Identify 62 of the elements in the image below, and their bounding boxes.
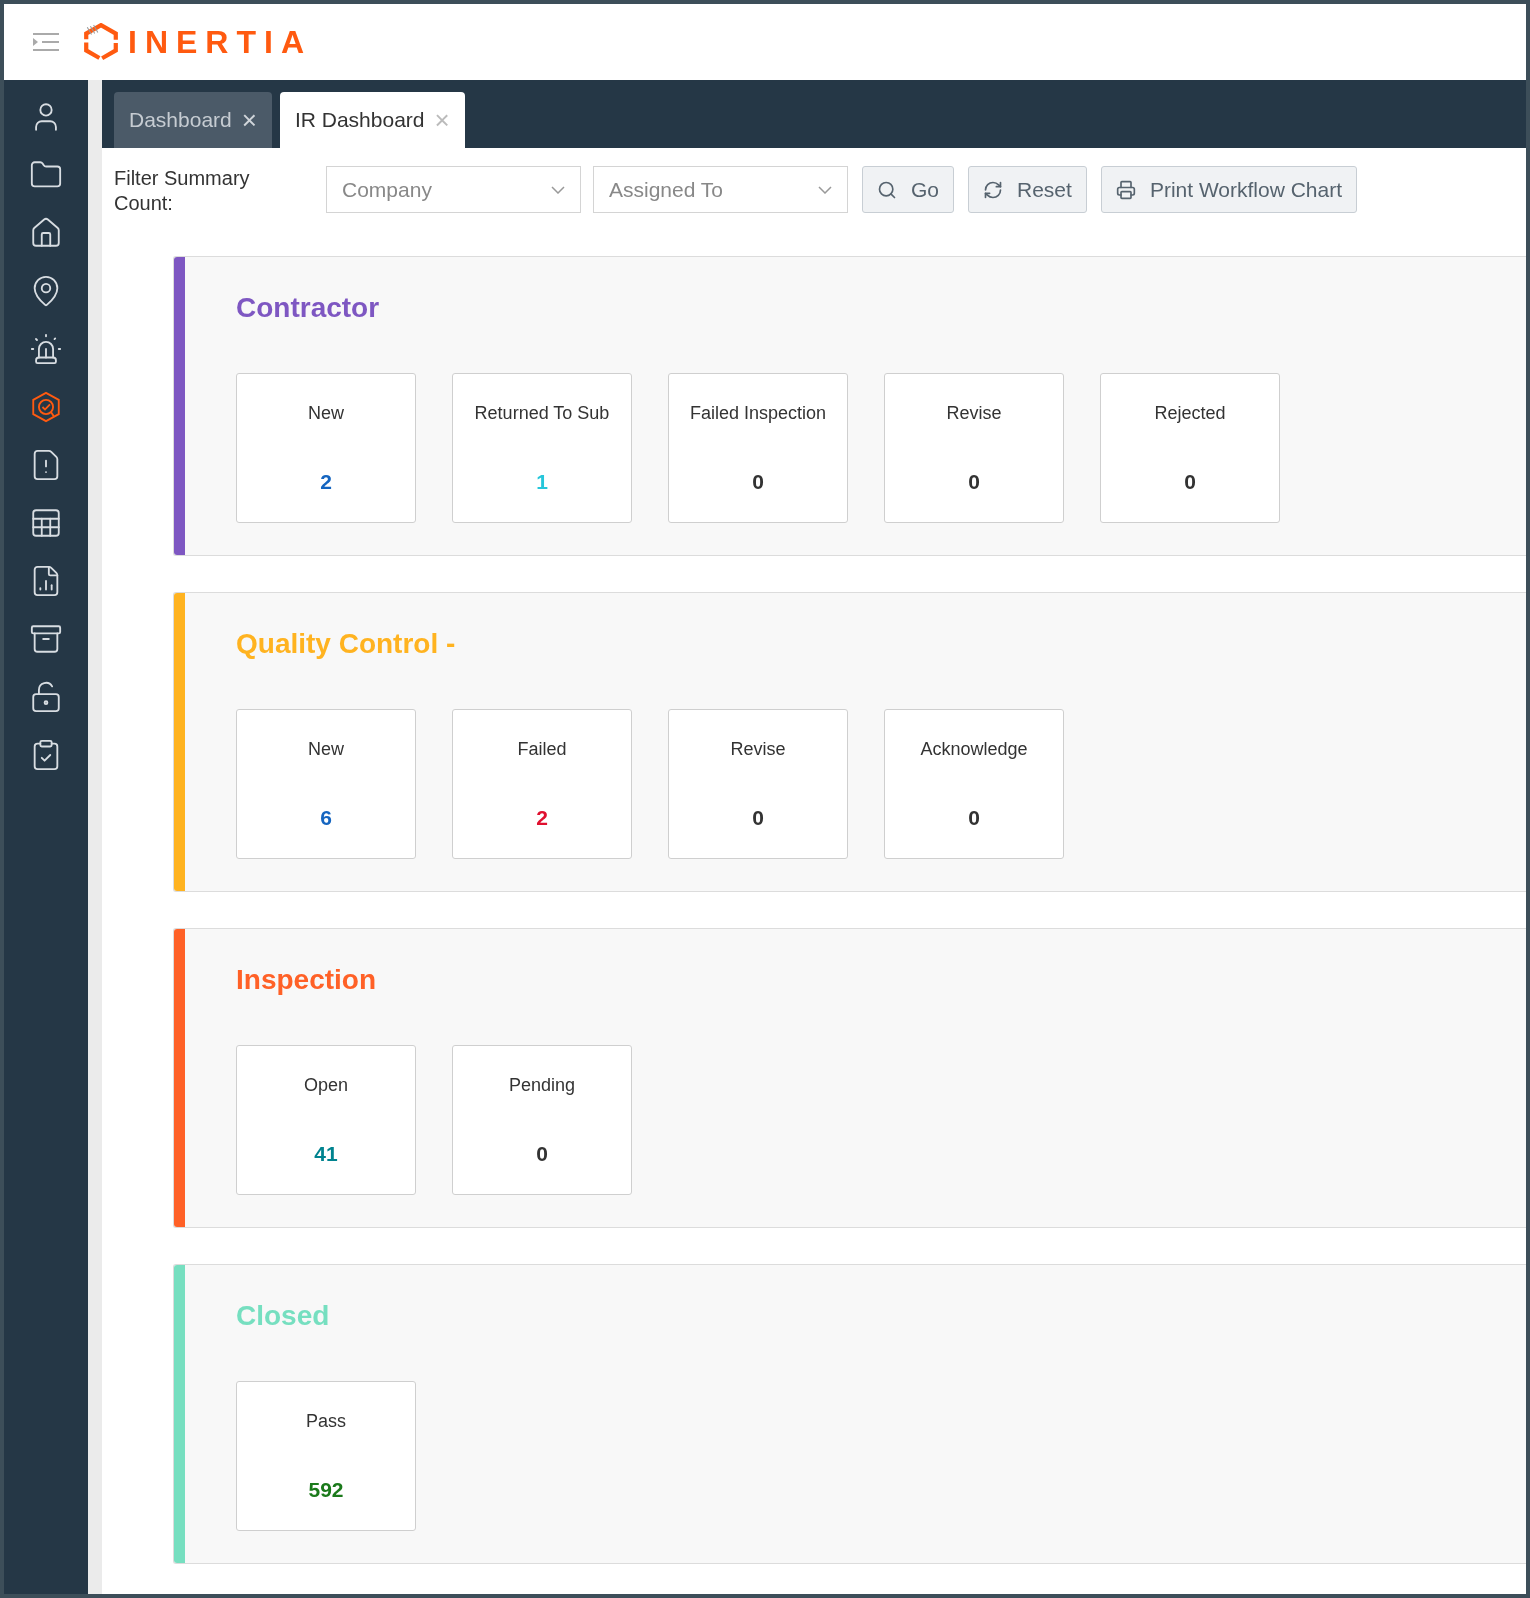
- print-button[interactable]: Print Workflow Chart: [1100, 166, 1358, 213]
- status-label: Rejected: [1154, 402, 1226, 425]
- status-label: Returned To Sub: [474, 402, 610, 425]
- status-card[interactable]: New 2: [236, 373, 416, 523]
- status-card[interactable]: Rejected 0: [1100, 373, 1280, 523]
- logo-icon: [84, 23, 118, 61]
- assigned-to-dropdown[interactable]: Assigned To: [593, 166, 848, 213]
- status-card[interactable]: Failed 2: [452, 709, 632, 859]
- status-label: Revise: [730, 738, 786, 761]
- status-count: 0: [1184, 469, 1196, 495]
- section-title: Quality Control -: [236, 627, 457, 661]
- printer-icon: [1115, 179, 1136, 200]
- status-card[interactable]: Acknowledge 0: [884, 709, 1064, 859]
- company-dropdown[interactable]: Company: [326, 166, 581, 213]
- close-icon[interactable]: ×: [241, 100, 257, 140]
- status-count: 0: [968, 805, 980, 831]
- hexagon-check-icon[interactable]: [29, 390, 63, 424]
- status-count: 2: [320, 469, 332, 495]
- calendar-grid-icon[interactable]: [29, 506, 63, 540]
- status-label: New: [308, 738, 344, 761]
- siren-icon[interactable]: [29, 332, 63, 366]
- reset-button[interactable]: Reset: [968, 166, 1087, 213]
- tab[interactable]: Dashboard ×: [114, 92, 272, 148]
- house-icon[interactable]: [29, 216, 63, 250]
- status-label: Acknowledge: [920, 738, 1028, 761]
- status-card[interactable]: Revise 0: [668, 709, 848, 859]
- status-label: Failed Inspection: [689, 402, 827, 425]
- status-label: Pending: [508, 1074, 576, 1097]
- unlocked-padlock-icon[interactable]: [29, 680, 63, 714]
- status-count: 592: [308, 1477, 344, 1503]
- filter-label: Filter Summary Count:: [114, 166, 251, 216]
- status-count: 41: [314, 1141, 338, 1167]
- archive-icon[interactable]: [29, 622, 63, 656]
- logo-text: INERTIA: [128, 23, 312, 62]
- status-count: 1: [536, 469, 548, 495]
- status-count: 0: [536, 1141, 548, 1167]
- section-title: Closed: [236, 1299, 331, 1333]
- status-count: 0: [752, 805, 764, 831]
- status-card[interactable]: New 6: [236, 709, 416, 859]
- status-card[interactable]: Open 41: [236, 1045, 416, 1195]
- chevron-down-icon: [818, 185, 832, 194]
- tab[interactable]: IR Dashboard ×: [279, 92, 465, 148]
- section-title: Contractor: [236, 291, 381, 325]
- status-count: 6: [320, 805, 332, 831]
- status-label: New: [308, 402, 344, 425]
- status-card[interactable]: Pass 592: [236, 1381, 416, 1531]
- search-icon: [877, 179, 897, 200]
- status-count: 2: [536, 805, 548, 831]
- search-button[interactable]: Go: [862, 166, 954, 213]
- section-title: Inspection: [236, 963, 377, 997]
- status-card[interactable]: Revise 0: [884, 373, 1064, 523]
- status-card[interactable]: Failed Inspection 0: [668, 373, 848, 523]
- status-count: 0: [968, 469, 980, 495]
- status-label: Pass: [306, 1410, 346, 1433]
- status-count: 0: [752, 469, 764, 495]
- status-label: Failed: [517, 738, 567, 761]
- chevron-down-icon: [551, 185, 565, 194]
- status-label: Revise: [946, 402, 1002, 425]
- status-card[interactable]: Pending 0: [452, 1045, 632, 1195]
- refresh-icon: [983, 179, 1003, 200]
- status-card[interactable]: Returned To Sub 1: [452, 373, 632, 523]
- status-label: Open: [303, 1074, 348, 1097]
